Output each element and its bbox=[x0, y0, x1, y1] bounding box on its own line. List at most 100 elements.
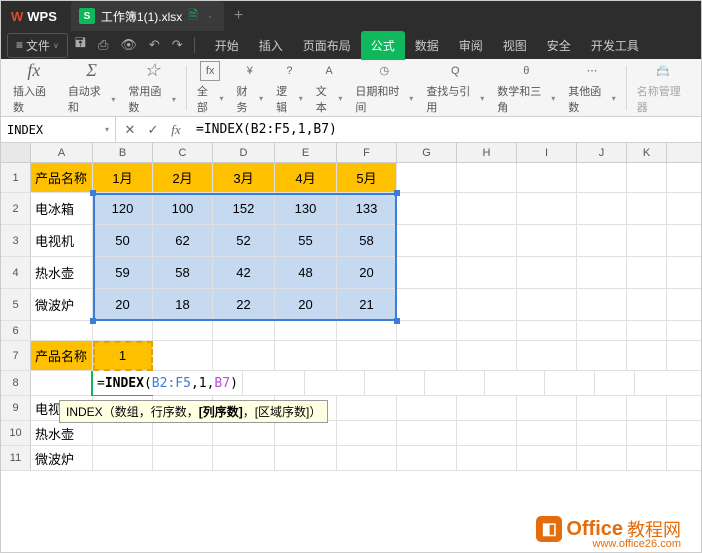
cell-C2[interactable]: 100 bbox=[153, 193, 213, 224]
cell-E5[interactable]: 20 bbox=[275, 289, 337, 320]
preview-icon[interactable]: 👁 bbox=[115, 34, 142, 56]
save-icon[interactable]: 🖬 bbox=[70, 31, 91, 59]
name-box-dropdown-icon[interactable]: ▾ bbox=[105, 125, 109, 134]
row-header-5[interactable]: 5 bbox=[1, 289, 31, 320]
cell-F1[interactable]: 5月 bbox=[337, 163, 397, 192]
document-tab[interactable]: S 工作簿1(1).xlsx 🗎 · bbox=[71, 1, 224, 31]
menu-tab-data[interactable]: 数据 bbox=[405, 31, 449, 60]
row-header-7[interactable]: 7 bbox=[1, 341, 31, 370]
selection-handle[interactable] bbox=[90, 190, 96, 196]
print-icon[interactable]: ⎙ bbox=[93, 34, 113, 56]
ribbon-datetime[interactable]: ◷日期和时间▾ bbox=[349, 59, 419, 117]
fx-icon[interactable]: fx bbox=[166, 120, 186, 140]
row-header-9[interactable]: 9 bbox=[1, 396, 31, 420]
ribbon-finance[interactable]: ¥财务▾ bbox=[230, 59, 269, 117]
cell-E3[interactable]: 55 bbox=[275, 225, 337, 256]
menu-tab-devtools[interactable]: 开发工具 bbox=[581, 31, 649, 60]
col-header-D[interactable]: D bbox=[213, 143, 275, 162]
cell-E4[interactable]: 48 bbox=[275, 257, 337, 288]
cell-E2[interactable]: 130 bbox=[275, 193, 337, 224]
cell-C1[interactable]: 2月 bbox=[153, 163, 213, 192]
col-header-E[interactable]: E bbox=[275, 143, 337, 162]
row-header-1[interactable]: 1 bbox=[1, 163, 31, 192]
ribbon-insert-function[interactable]: fx插入函数 bbox=[7, 58, 61, 117]
ribbon-logic[interactable]: ?逻辑▾ bbox=[270, 59, 309, 117]
col-header-B[interactable]: B bbox=[93, 143, 153, 162]
name-box-input[interactable] bbox=[7, 123, 87, 137]
cell-B3[interactable]: 50 bbox=[93, 225, 153, 256]
cell-B8-editing[interactable]: =INDEX(B2:F5,1,B7) bbox=[93, 371, 243, 395]
col-header-C[interactable]: C bbox=[153, 143, 213, 162]
row-header-11[interactable]: 11 bbox=[1, 446, 31, 470]
cell-A3[interactable]: 电视机 bbox=[31, 225, 93, 256]
col-header-A[interactable]: A bbox=[31, 143, 93, 162]
cell-A7[interactable]: 产品名称 bbox=[31, 341, 93, 370]
cell-F4[interactable]: 20 bbox=[337, 257, 397, 288]
ribbon-math[interactable]: θ数学和三角▾ bbox=[491, 59, 561, 117]
cell-D2[interactable]: 152 bbox=[213, 193, 275, 224]
watermark-logo-icon: ◧ bbox=[536, 516, 562, 542]
ribbon-text[interactable]: A文本▾ bbox=[310, 59, 349, 117]
col-header-I[interactable]: I bbox=[517, 143, 577, 162]
cell-B2[interactable]: 120 bbox=[93, 193, 153, 224]
row-header-4[interactable]: 4 bbox=[1, 257, 31, 288]
ribbon-autosum[interactable]: Σ自动求和▾ bbox=[62, 58, 122, 117]
row-header-8[interactable]: 8 bbox=[1, 371, 31, 395]
file-menu[interactable]: ≡ 文件 ∨ bbox=[7, 33, 68, 58]
cell-B1[interactable]: 1月 bbox=[93, 163, 153, 192]
ribbon-other[interactable]: ⋯其他函数▾ bbox=[562, 59, 622, 117]
ribbon-all[interactable]: fx全部▾ bbox=[191, 59, 230, 117]
ribbon-lookup[interactable]: Q查找与引用▾ bbox=[420, 59, 490, 117]
menu-tab-formula[interactable]: 公式 bbox=[361, 31, 405, 60]
tab-filename: 工作簿1(1).xlsx bbox=[101, 8, 182, 25]
cell-C3[interactable]: 62 bbox=[153, 225, 213, 256]
cell-A5[interactable]: 微波炉 bbox=[31, 289, 93, 320]
add-tab-button[interactable]: + bbox=[224, 7, 253, 25]
menu-tab-start[interactable]: 开始 bbox=[205, 31, 249, 60]
cell-A11[interactable]: 微波炉 bbox=[31, 446, 93, 470]
row-header-6[interactable]: 6 bbox=[1, 321, 31, 340]
cell-A10[interactable]: 热水壶 bbox=[31, 421, 93, 445]
cell-D5[interactable]: 22 bbox=[213, 289, 275, 320]
col-header-G[interactable]: G bbox=[397, 143, 457, 162]
cell-F3[interactable]: 58 bbox=[337, 225, 397, 256]
row-header-2[interactable]: 2 bbox=[1, 193, 31, 224]
cell-C4[interactable]: 58 bbox=[153, 257, 213, 288]
cell-B4[interactable]: 59 bbox=[93, 257, 153, 288]
menu-tab-view[interactable]: 视图 bbox=[493, 31, 537, 60]
cell-B5[interactable]: 20 bbox=[93, 289, 153, 320]
select-all-corner[interactable] bbox=[1, 143, 31, 162]
cell-F2[interactable]: 133 bbox=[337, 193, 397, 224]
col-header-H[interactable]: H bbox=[457, 143, 517, 162]
menu-tab-insert[interactable]: 插入 bbox=[249, 31, 293, 60]
cell-A2[interactable]: 电冰箱 bbox=[31, 193, 93, 224]
col-header-K[interactable]: K bbox=[627, 143, 667, 162]
cell-A1[interactable]: 产品名称 bbox=[31, 163, 93, 192]
formula-cancel-icon[interactable]: ✕ bbox=[120, 120, 140, 140]
menu-tab-security[interactable]: 安全 bbox=[537, 31, 581, 60]
formula-input[interactable]: =INDEX(B2:F5,1,B7) bbox=[190, 122, 701, 137]
cell-C5[interactable]: 18 bbox=[153, 289, 213, 320]
menu-tab-layout[interactable]: 页面布局 bbox=[293, 31, 361, 60]
cell-A4[interactable]: 热水壶 bbox=[31, 257, 93, 288]
formula-confirm-icon[interactable]: ✓ bbox=[143, 120, 163, 140]
redo-icon[interactable]: ↷ bbox=[167, 34, 188, 56]
cell-G1[interactable] bbox=[397, 163, 457, 192]
app-logo: WWPS bbox=[1, 9, 67, 24]
col-header-J[interactable]: J bbox=[577, 143, 627, 162]
cell-D1[interactable]: 3月 bbox=[213, 163, 275, 192]
row-header-3[interactable]: 3 bbox=[1, 225, 31, 256]
ribbon-common-functions[interactable]: ☆常用函数▾ bbox=[122, 58, 182, 117]
cell-D4[interactable]: 42 bbox=[213, 257, 275, 288]
row-header-10[interactable]: 10 bbox=[1, 421, 31, 445]
name-box[interactable]: ▾ bbox=[1, 117, 116, 142]
range-selection-b7 bbox=[93, 341, 153, 371]
cell-E1[interactable]: 4月 bbox=[275, 163, 337, 192]
tab-close-icon[interactable]: · bbox=[204, 9, 216, 23]
cell-F5[interactable]: 21 bbox=[337, 289, 397, 320]
col-header-F[interactable]: F bbox=[337, 143, 397, 162]
undo-icon[interactable]: ↶ bbox=[144, 34, 165, 56]
cell-D3[interactable]: 52 bbox=[213, 225, 275, 256]
menu-tab-review[interactable]: 审阅 bbox=[449, 31, 493, 60]
tab-modified-icon: 🗎 bbox=[188, 6, 198, 27]
